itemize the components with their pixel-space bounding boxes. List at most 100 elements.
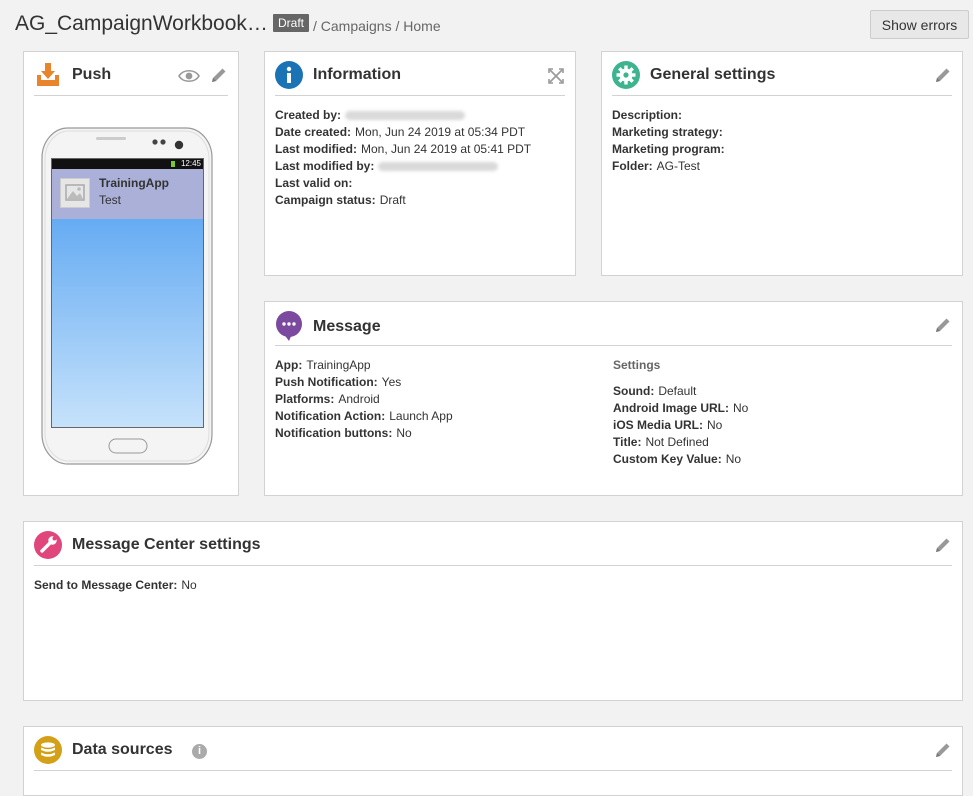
gs-marketing-program-row: Marketing program:: [612, 141, 729, 158]
page-title: AG_CampaignWorkbook…: [15, 12, 268, 35]
field-label: Title:: [613, 435, 642, 449]
field-value: Draft: [379, 193, 406, 207]
battery-icon: [171, 161, 175, 167]
msg-push-notification-row: Push Notification: Yes: [275, 374, 453, 391]
field-value: Mon, Jun 24 2019 at 05:41 PDT: [361, 142, 532, 156]
field-value: No: [725, 452, 742, 466]
message-title: Message: [313, 318, 381, 335]
msg-sound-row: Sound: Default: [613, 383, 748, 400]
general-settings-card: General settings Description: Marketing …: [601, 51, 963, 276]
top-bar: AG_CampaignWorkbook… Draft / Campaigns /…: [0, 0, 973, 48]
field-value: Launch App: [389, 409, 453, 423]
message-settings-fields: Settings Sound: Default Android Image URL…: [613, 357, 748, 468]
data-sources-info-icon[interactable]: i: [192, 744, 207, 759]
message-center-fields: Send to Message Center: No: [34, 577, 197, 594]
general-settings-title: General settings: [650, 66, 776, 83]
chat-bubble-icon: [275, 311, 303, 341]
redacted-value: [378, 162, 499, 172]
information-card: Information Created by: Date created: Mon…: [264, 51, 576, 276]
redacted-value: [345, 111, 466, 121]
data-sources-card: Data sources i: [23, 726, 963, 796]
download-tray-icon: [34, 61, 62, 89]
field-label: Last valid on:: [275, 176, 353, 190]
field-value: Yes: [381, 375, 402, 389]
field-label: Marketing program:: [612, 142, 725, 156]
notification-preview: TrainingApp Test: [52, 169, 203, 219]
msg-custom-key-value-row: Custom Key Value: No: [613, 451, 748, 468]
msg-android-image-url-row: Android Image URL: No: [613, 400, 748, 417]
field-label: Date created:: [275, 125, 352, 139]
breadcrumb-home[interactable]: Home: [403, 18, 440, 34]
phone-preview: 12:45 TrainingApp Test: [41, 127, 213, 465]
push-edit-pencil-icon[interactable]: [210, 66, 228, 84]
information-fields: Created by: Date created: Mon, Jun 24 201…: [275, 107, 531, 209]
info-last-modified-row: Last modified: Mon, Jun 24 2019 at 05:41 …: [275, 141, 531, 158]
gs-marketing-strategy-row: Marketing strategy:: [612, 124, 729, 141]
show-errors-button[interactable]: Show errors: [870, 10, 969, 39]
image-placeholder-icon: [60, 178, 90, 208]
message-center-card-header: Message Center settings: [34, 530, 952, 566]
field-value: TrainingApp: [306, 358, 371, 372]
general-settings-fields: Description: Marketing strategy: Marketi…: [612, 107, 729, 175]
field-label: Last modified by:: [275, 159, 375, 173]
gs-description-row: Description:: [612, 107, 729, 124]
info-created-by-row: Created by:: [275, 107, 531, 124]
field-label: Campaign status:: [275, 193, 376, 207]
field-value: AG-Test: [656, 159, 701, 173]
field-label: Notification buttons:: [275, 426, 393, 440]
push-card: Push 12:45 TrainingApp Test: [23, 51, 239, 496]
field-label: App:: [275, 358, 303, 372]
status-badge: Draft: [273, 14, 310, 32]
general-settings-card-header: General settings: [612, 60, 952, 96]
info-last-valid-on-row: Last valid on:: [275, 175, 531, 192]
notification-title: TrainingApp: [99, 176, 169, 190]
data-sources-title: Data sources: [72, 741, 173, 758]
gs-folder-row: Folder: AG-Test: [612, 158, 729, 175]
field-value: Mon, Jun 24 2019 at 05:34 PDT: [355, 125, 526, 139]
wrench-icon: [34, 531, 62, 559]
phone-status-bar: 12:45: [52, 159, 203, 169]
field-value: Android: [338, 392, 380, 406]
message-card-header: Message: [275, 310, 952, 346]
field-label: Send to Message Center:: [34, 578, 178, 592]
info-icon: [275, 61, 303, 89]
field-value: No: [707, 418, 723, 432]
information-card-header: Information: [275, 60, 565, 96]
field-label: Folder:: [612, 159, 653, 173]
field-label: Custom Key Value:: [613, 452, 722, 466]
field-label: Notification Action:: [275, 409, 386, 423]
breadcrumb-campaigns[interactable]: Campaigns: [321, 18, 392, 34]
field-label: Push Notification:: [275, 375, 378, 389]
field-label: Created by:: [275, 108, 342, 122]
message-center-pencil-icon[interactable]: [934, 536, 952, 554]
settings-heading: Settings: [613, 358, 661, 372]
field-label: Last modified:: [275, 142, 358, 156]
msg-app-row: App: TrainingApp: [275, 357, 453, 374]
field-value: Default: [658, 384, 697, 398]
message-center-card: Message Center settings Send to Message …: [23, 521, 963, 701]
general-settings-pencil-icon[interactable]: [934, 66, 952, 84]
msg-title-row: Title: Not Defined: [613, 434, 748, 451]
data-sources-pencil-icon[interactable]: [934, 741, 952, 759]
eye-icon[interactable]: [178, 68, 200, 84]
message-pencil-icon[interactable]: [934, 316, 952, 334]
notification-text: Test: [99, 193, 122, 207]
expand-arrows-icon[interactable]: [547, 67, 565, 85]
mc-send-row: Send to Message Center: No: [34, 577, 197, 594]
message-left-fields: App: TrainingApp Push Notification: Yes Pl…: [275, 357, 453, 442]
field-value: No: [396, 426, 412, 440]
field-label: Description:: [612, 108, 683, 122]
phone-screen: 12:45 TrainingApp Test: [51, 158, 204, 428]
info-date-created-row: Date created: Mon, Jun 24 2019 at 05:34 P…: [275, 124, 531, 141]
information-title: Information: [313, 66, 401, 83]
field-label: Marketing strategy:: [612, 125, 723, 139]
breadcrumb-separator: /: [313, 18, 321, 34]
push-card-header: Push: [34, 60, 228, 96]
msg-ios-media-url-row: iOS Media URL: No: [613, 417, 748, 434]
breadcrumb-separator: /: [391, 18, 404, 34]
info-last-modified-by-row: Last modified by:: [275, 158, 531, 175]
data-sources-card-header: Data sources i: [34, 735, 952, 771]
field-label: Sound:: [613, 384, 655, 398]
field-value: No: [181, 578, 197, 592]
phone-time: 12:45: [180, 159, 201, 168]
